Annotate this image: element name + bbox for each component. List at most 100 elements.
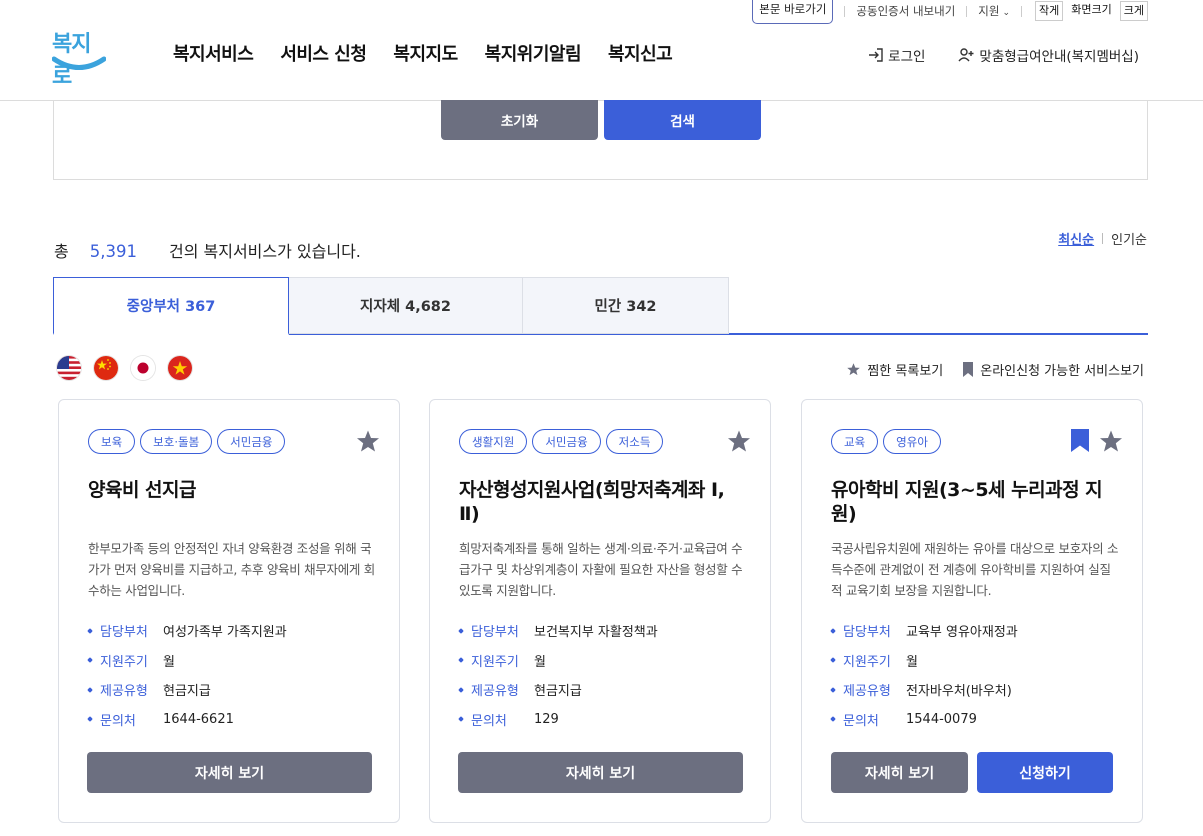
view-toggles: 찜한 목록보기 온라인신청 가능한 서비스보기 xyxy=(846,360,1144,379)
nav-welfare-map[interactable]: 복지지도 xyxy=(393,40,458,66)
login-button[interactable]: 로그인 xyxy=(868,45,925,65)
online-apply-bookmark-icon xyxy=(1071,429,1089,452)
vietnam-flag-icon[interactable] xyxy=(168,356,192,380)
card-tag[interactable]: 영유아 xyxy=(883,429,941,454)
card-info: 담당부처 보건복지부 자활정책과 지원주기 월 제공유형 현금지급 문의처 129 xyxy=(459,616,749,734)
info-label: 문의처 xyxy=(88,710,163,729)
nav-crisis-alert[interactable]: 복지위기알림 xyxy=(485,40,582,66)
detail-button[interactable]: 자세히 보기 xyxy=(831,752,968,793)
info-value: 현금지급 xyxy=(163,684,211,700)
sort-latest[interactable]: 최신순 xyxy=(1058,229,1094,248)
font-size-controls: 작게 화면크기 크게 xyxy=(1035,1,1148,21)
support-menu[interactable]: 지원 ⌄ xyxy=(978,3,1010,19)
info-label: 제공유형 xyxy=(459,680,534,699)
search-panel: 초기화 검색 xyxy=(53,100,1148,180)
logo-smile-icon xyxy=(52,56,106,70)
info-row-dept: 담당부처 보건복지부 자활정책과 xyxy=(459,616,749,646)
tab-central-ministry[interactable]: 중앙부처 367 xyxy=(53,277,289,335)
card-tag[interactable]: 보호·돌봄 xyxy=(140,429,213,454)
card-tag[interactable]: 서민금융 xyxy=(532,429,601,454)
star-icon[interactable] xyxy=(356,429,380,453)
info-label: 지원주기 xyxy=(831,651,906,670)
font-small-button[interactable]: 작게 xyxy=(1035,1,1064,21)
info-row-contact: 문의처 1644-6621 xyxy=(88,705,378,735)
info-value: 1544-0079 xyxy=(906,711,977,727)
info-label: 지원주기 xyxy=(459,651,534,670)
skip-to-content-link[interactable]: 본문 바로가기 xyxy=(752,0,834,24)
card-info: 담당부처 교육부 영유아재정과 지원주기 월 제공유형 전자바우처(바우처) 문의처 1… xyxy=(831,616,1121,734)
membership-button[interactable]: 맞춤형급여안내(복지멤버십) xyxy=(958,45,1139,65)
sort-popular[interactable]: 인기순 xyxy=(1111,229,1147,248)
detail-button[interactable]: 자세히 보기 xyxy=(87,752,372,793)
card-tag[interactable]: 교육 xyxy=(831,429,879,454)
china-flag-icon[interactable] xyxy=(94,356,118,380)
main-nav: 복지서비스 서비스 신청 복지지도 복지위기알림 복지신고 xyxy=(173,40,699,66)
reset-button[interactable]: 초기화 xyxy=(441,100,598,140)
chevron-down-icon: ⌄ xyxy=(1002,8,1011,18)
tab-private[interactable]: 민간 342 xyxy=(522,277,729,334)
card-description: 희망저축계좌를 통해 일하는 생계·의료·주거·교육급여 수급가구 및 차상위계… xyxy=(459,541,743,598)
card-tag[interactable]: 생활지원 xyxy=(459,429,528,454)
star-icon[interactable] xyxy=(727,429,751,453)
card-tags: 생활지원 서민금융 저소득 xyxy=(459,429,664,454)
japan-flag-icon[interactable] xyxy=(131,356,155,380)
card-description: 한부모가족 등의 안정적인 자녀 양육환경 조성을 위해 국가가 먼저 양육비를… xyxy=(88,541,375,598)
info-row-dept: 담당부처 교육부 영유아재정과 xyxy=(831,616,1121,646)
category-tabs: 중앙부처 367 지자체 4,682 민간 342 xyxy=(53,277,1148,335)
info-row-cycle: 지원주기 월 xyxy=(88,646,378,676)
tab-local-government[interactable]: 지자체 4,682 xyxy=(288,277,523,334)
favorites-toggle-label: 찜한 목록보기 xyxy=(867,364,944,379)
info-label: 담당부처 xyxy=(88,621,163,640)
site-logo[interactable]: 복지로 xyxy=(52,26,108,89)
info-row-type: 제공유형 현금지급 xyxy=(459,675,749,705)
star-icon xyxy=(847,363,861,376)
user-add-icon xyxy=(958,48,974,62)
apply-button[interactable]: 신청하기 xyxy=(977,752,1113,793)
info-label: 담당부처 xyxy=(831,621,906,640)
info-label: 지원주기 xyxy=(88,651,163,670)
info-value: 여성가족부 가족지원과 xyxy=(163,625,287,641)
favorites-toggle[interactable]: 찜한 목록보기 xyxy=(846,360,943,379)
card-tag[interactable]: 보육 xyxy=(88,429,136,454)
info-row-contact: 문의처 129 xyxy=(459,705,749,735)
nav-welfare-services[interactable]: 복지서비스 xyxy=(173,40,254,66)
info-row-contact: 문의처 1544-0079 xyxy=(831,705,1121,735)
info-label: 제공유형 xyxy=(88,680,163,699)
result-number: 5,391 xyxy=(89,242,137,261)
card-tag[interactable]: 저소득 xyxy=(605,429,664,454)
card-title[interactable]: 양육비 선지급 xyxy=(88,478,378,502)
service-card: 교육 영유아 유아학비 지원(3~5세 누리과정 지원) 국공사립유치원에 재원… xyxy=(801,399,1143,823)
search-button[interactable]: 검색 xyxy=(604,100,761,140)
service-card: 보육 보호·돌봄 서민금융 양육비 선지급 한부모가족 등의 안정적인 자녀 양… xyxy=(58,399,400,823)
result-count: 총 5,391 건의 복지서비스가 있습니다. xyxy=(54,238,361,262)
star-icon[interactable] xyxy=(1099,429,1123,453)
result-suffix: 건의 복지서비스가 있습니다. xyxy=(168,242,361,261)
info-value: 현금지급 xyxy=(534,684,582,700)
card-tag[interactable]: 서민금융 xyxy=(217,429,286,454)
info-label: 제공유형 xyxy=(831,680,906,699)
info-label: 담당부처 xyxy=(459,621,534,640)
card-title[interactable]: 자산형성지원사업(희망저축계좌 Ⅰ, Ⅱ) xyxy=(459,478,749,526)
result-prefix: 총 xyxy=(54,242,69,261)
header-actions: 로그인 맞춤형급여안내(복지멤버십) xyxy=(835,45,1139,65)
card-description: 국공사립유치원에 재원하는 유아를 대상으로 보호자의 소득수준에 관계없이 전… xyxy=(831,541,1119,598)
info-value: 보건복지부 자활정책과 xyxy=(534,625,658,641)
info-value: 월 xyxy=(163,654,175,670)
membership-label: 맞춤형급여안내(복지멤버십) xyxy=(979,49,1139,65)
divider xyxy=(844,5,846,17)
card-title[interactable]: 유아학비 지원(3~5세 누리과정 지원) xyxy=(831,478,1121,526)
font-large-button[interactable]: 크게 xyxy=(1119,1,1148,21)
nav-welfare-report[interactable]: 복지신고 xyxy=(608,40,673,66)
sort-options: 최신순 인기순 xyxy=(1058,229,1147,248)
detail-button[interactable]: 자세히 보기 xyxy=(458,752,743,793)
divider xyxy=(966,5,968,17)
online-apply-toggle-label: 온라인신청 가능한 서비스보기 xyxy=(980,364,1144,379)
info-value: 129 xyxy=(534,711,559,727)
utility-bar: 본문 바로가기 공동인증서 내보내기 지원 ⌄ 작게 화면크기 크게 xyxy=(752,0,1148,24)
cert-export-link[interactable]: 공동인증서 내보내기 xyxy=(856,3,955,19)
online-apply-toggle[interactable]: 온라인신청 가능한 서비스보기 xyxy=(962,360,1144,379)
us-flag-icon[interactable] xyxy=(57,356,81,380)
nav-service-apply[interactable]: 서비스 신청 xyxy=(280,40,367,66)
info-row-type: 제공유형 전자바우처(바우처) xyxy=(831,675,1121,705)
info-value: 월 xyxy=(534,654,546,670)
